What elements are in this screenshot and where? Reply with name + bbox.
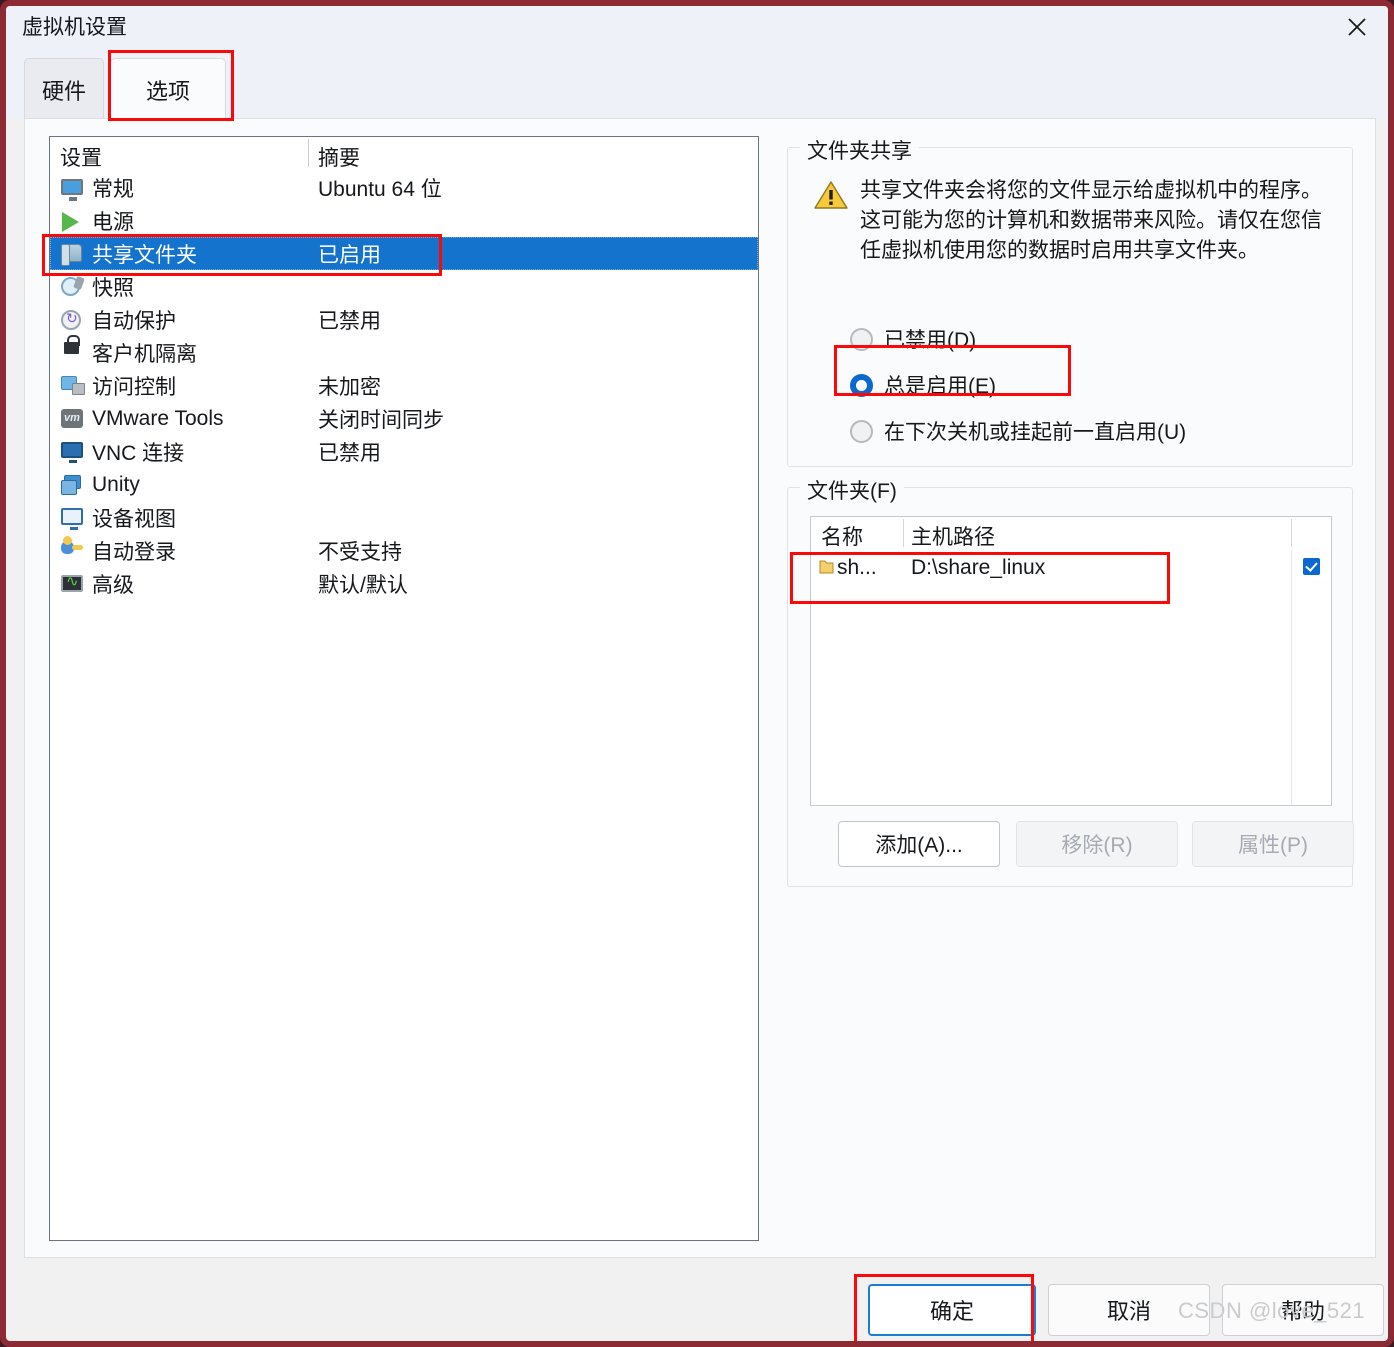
settings-row-unity[interactable]: Unity xyxy=(50,468,758,501)
tab-options-label: 选项 xyxy=(145,78,190,104)
folder-host-path: D:\share_linux xyxy=(911,556,1046,579)
settings-row-device-view[interactable]: 设备视图 xyxy=(50,501,758,534)
settings-row-label: 访问控制 xyxy=(92,375,176,399)
vm-settings-dialog: 虚拟机设置 硬件 选项 设置 摘要 常规 Ubuntu 64 位 电源 共享文件… xyxy=(0,0,1394,1347)
unity-icon xyxy=(60,473,86,497)
column-divider xyxy=(1291,519,1292,547)
folder-enabled-checkbox[interactable] xyxy=(1303,558,1320,575)
settings-row-guest-isolation[interactable]: 客户机隔离 xyxy=(50,334,758,369)
settings-row-label: 自动保护 xyxy=(92,309,176,333)
settings-row-summary: 默认/默认 xyxy=(318,573,408,597)
folders-group-title: 文件夹(F) xyxy=(800,475,904,505)
folders-group: 文件夹(F) 名称 主机路径 sh... D:\share_linux 添加(A… xyxy=(787,475,1354,887)
settings-row-general[interactable]: 常规 Ubuntu 64 位 xyxy=(50,171,758,204)
settings-row-summary: 未加密 xyxy=(318,375,381,399)
radio-disabled-label: 已禁用(D) xyxy=(884,329,977,352)
access-control-icon xyxy=(60,374,86,398)
radio-disabled[interactable]: 已禁用(D) xyxy=(850,324,976,354)
folder-sharing-group: 文件夹共享 共享文件夹会将您的文件显示给虚拟机中的程序。这可能为您的计算机和数据… xyxy=(787,135,1353,467)
vnc-icon xyxy=(60,440,86,464)
settings-row-autologin[interactable]: 自动登录 不受支持 xyxy=(50,534,758,567)
add-folder-button-label: 添加(A)... xyxy=(875,834,963,857)
settings-row-label: VNC 连接 xyxy=(92,441,185,465)
monitor-icon xyxy=(60,176,86,201)
settings-row-summary: 不受支持 xyxy=(318,540,402,564)
settings-row-label: 常规 xyxy=(92,177,134,201)
title-bar: 虚拟机设置 xyxy=(6,6,1388,48)
settings-row-label: 客户机隔离 xyxy=(92,342,197,366)
settings-list-header: 设置 摘要 xyxy=(50,137,758,171)
radio-until-shutdown-label: 在下次关机或挂起前一直启用(U) xyxy=(884,421,1187,444)
ok-button[interactable]: 确定 xyxy=(868,1284,1036,1336)
column-divider xyxy=(903,519,904,547)
cancel-button-label: 取消 xyxy=(1106,1299,1151,1324)
tab-hardware[interactable]: 硬件 xyxy=(24,58,104,120)
settings-row-power[interactable]: 电源 xyxy=(50,204,758,237)
play-icon xyxy=(60,209,86,233)
settings-row-autoprotect[interactable]: 自动保护 已禁用 xyxy=(50,303,758,336)
settings-row-label: VMware Tools xyxy=(92,406,224,430)
settings-row-label: 共享文件夹 xyxy=(92,243,197,267)
folders-column-path: 主机路径 xyxy=(911,526,995,549)
tab-hardware-label: 硬件 xyxy=(41,78,86,104)
table-row[interactable]: sh... D:\share_linux xyxy=(811,550,1331,586)
radio-until-shutdown[interactable]: 在下次关机或挂起前一直启用(U) xyxy=(850,416,1186,446)
settings-row-summary: 关闭时间同步 xyxy=(318,408,444,432)
column-header-setting: 设置 xyxy=(60,147,102,170)
shared-folder-icon xyxy=(60,242,86,266)
folder-sharing-group-title: 文件夹共享 xyxy=(800,135,919,165)
radio-always-enabled-label: 总是启用(E) xyxy=(884,375,996,398)
tab-options[interactable]: 选项 xyxy=(110,58,226,120)
watermark: CSDN @love_521 xyxy=(1178,1298,1366,1323)
settings-row-advanced[interactable]: 高级 默认/默认 xyxy=(50,567,758,600)
device-view-icon xyxy=(60,506,86,530)
warning-triangle-icon xyxy=(814,180,848,210)
folder-name: sh... xyxy=(837,556,877,579)
advanced-icon xyxy=(60,572,86,596)
folder-icon xyxy=(819,559,834,575)
remove-folder-button-label: 移除(R) xyxy=(1061,834,1133,857)
radio-indicator xyxy=(850,419,873,443)
tab-strip: 硬件 选项 xyxy=(6,48,1388,120)
radio-indicator-selected xyxy=(850,373,873,397)
settings-row-snapshot[interactable]: 快照 xyxy=(50,270,758,303)
settings-row-label: 快照 xyxy=(92,276,134,300)
settings-row-label: 电源 xyxy=(92,210,134,234)
remove-folder-button: 移除(R) xyxy=(1016,821,1178,867)
window-title: 虚拟机设置 xyxy=(22,15,127,39)
autologin-icon xyxy=(60,535,86,563)
folders-table-header: 名称 主机路径 xyxy=(811,517,1331,550)
settings-row-summary: Ubuntu 64 位 xyxy=(318,177,442,201)
radio-always-enabled[interactable]: 总是启用(E) xyxy=(850,370,996,400)
settings-row-summary: 已启用 xyxy=(318,243,381,267)
folders-column-line xyxy=(1291,550,1292,805)
settings-row-label: 高级 xyxy=(92,573,134,597)
lock-icon xyxy=(60,334,86,365)
settings-row-vnc[interactable]: VNC 连接 已禁用 xyxy=(50,435,758,468)
settings-row-summary: 已禁用 xyxy=(318,309,381,333)
column-divider xyxy=(308,139,309,167)
settings-row-label: 设备视图 xyxy=(92,507,176,531)
folder-properties-button: 属性(P) xyxy=(1192,821,1354,867)
settings-row-shared-folders[interactable]: 共享文件夹 已启用 xyxy=(50,237,758,270)
settings-row-label: Unity xyxy=(92,472,140,496)
settings-row-vmware-tools[interactable]: vm VMware Tools 关闭时间同步 xyxy=(50,402,758,435)
settings-row-summary: 已禁用 xyxy=(318,441,381,465)
autoprotect-icon xyxy=(60,308,86,332)
settings-list[interactable]: 设置 摘要 常规 Ubuntu 64 位 电源 共享文件夹 已启用 快照 ↻ 自… xyxy=(49,136,759,1241)
add-folder-button[interactable]: 添加(A)... xyxy=(838,821,1000,867)
folder-sharing-warning-text: 共享文件夹会将您的文件显示给虚拟机中的程序。这可能为您的计算机和数据带来风险。请… xyxy=(860,179,1322,262)
ok-button-label: 确定 xyxy=(929,1299,974,1324)
settings-row-access-control[interactable]: 访问控制 未加密 xyxy=(50,369,758,402)
folder-properties-button-label: 属性(P) xyxy=(1238,834,1308,857)
close-icon[interactable] xyxy=(1326,6,1388,48)
options-tab-page: 设置 摘要 常规 Ubuntu 64 位 电源 共享文件夹 已启用 快照 ↻ 自… xyxy=(24,118,1376,1258)
radio-indicator xyxy=(850,327,873,351)
folders-column-name: 名称 xyxy=(821,526,863,549)
vmware-tools-icon: vm xyxy=(60,407,86,431)
column-header-summary: 摘要 xyxy=(318,147,360,170)
folders-table[interactable]: 名称 主机路径 sh... D:\share_linux xyxy=(810,516,1332,806)
settings-row-label: 自动登录 xyxy=(92,540,176,564)
snapshot-icon xyxy=(60,275,86,299)
